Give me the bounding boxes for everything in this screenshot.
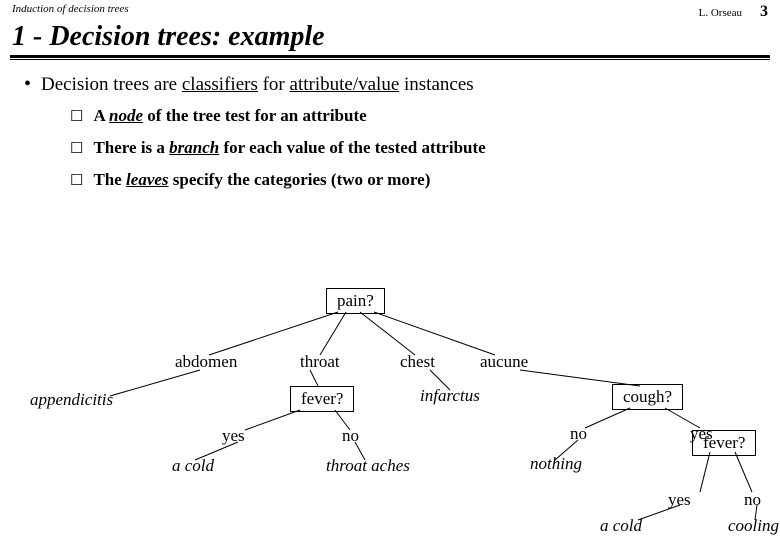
branch-fever-yes: yes — [222, 426, 245, 446]
checkbox-icon: ☐ — [70, 107, 83, 126]
leaf-infarctus: infarctus — [420, 386, 480, 406]
leaf-a-cold-2: a cold — [600, 516, 642, 536]
branch-abdomen: abdomen — [175, 352, 237, 372]
branch-fever2-yes: yes — [668, 490, 691, 510]
author: L. Orseau — [699, 7, 742, 19]
node-pain: pain? — [326, 288, 385, 314]
sub-bullet-b: ☐ There is a branch for each value of th… — [70, 138, 756, 158]
bullet-main: • Decision trees are classifiers for att… — [24, 74, 756, 96]
title-rule — [10, 55, 770, 60]
leaf-nothing: nothing — [530, 454, 582, 474]
branch-cough-no: no — [570, 424, 587, 444]
page-number: 3 — [760, 3, 768, 21]
node-cough: cough? — [612, 384, 683, 410]
branch-fever-no: no — [342, 426, 359, 446]
node-fever2: fever? — [692, 430, 756, 456]
bullet-text: Decision trees are classifiers for attri… — [41, 74, 474, 96]
branch-fever2-no: no — [744, 490, 761, 510]
sub-bullet-a: ☐ A node of the tree test for an attribu… — [70, 106, 756, 126]
page-header: Induction of decision trees L. Orseau 3 — [0, 0, 780, 21]
branch-aucune: aucune — [480, 352, 528, 372]
leaf-throat-aches: throat aches — [326, 456, 410, 476]
slide-title: 1 - Decision trees: example — [0, 21, 780, 55]
leaf-a-cold: a cold — [172, 456, 214, 476]
sub-bullet-c: ☐ The leaves specify the categories (two… — [70, 170, 756, 190]
checkbox-icon: ☐ — [70, 171, 83, 190]
doc-title: Induction of decision trees — [12, 3, 129, 21]
leaf-cooling: cooling — [728, 516, 779, 536]
node-fever: fever? — [290, 386, 354, 412]
leaf-appendicitis: appendicitis — [30, 390, 113, 410]
body-content: • Decision trees are classifiers for att… — [0, 74, 780, 190]
branch-chest: chest — [400, 352, 435, 372]
bullet-icon: • — [24, 74, 31, 94]
checkbox-icon: ☐ — [70, 139, 83, 158]
branch-throat: throat — [300, 352, 340, 372]
